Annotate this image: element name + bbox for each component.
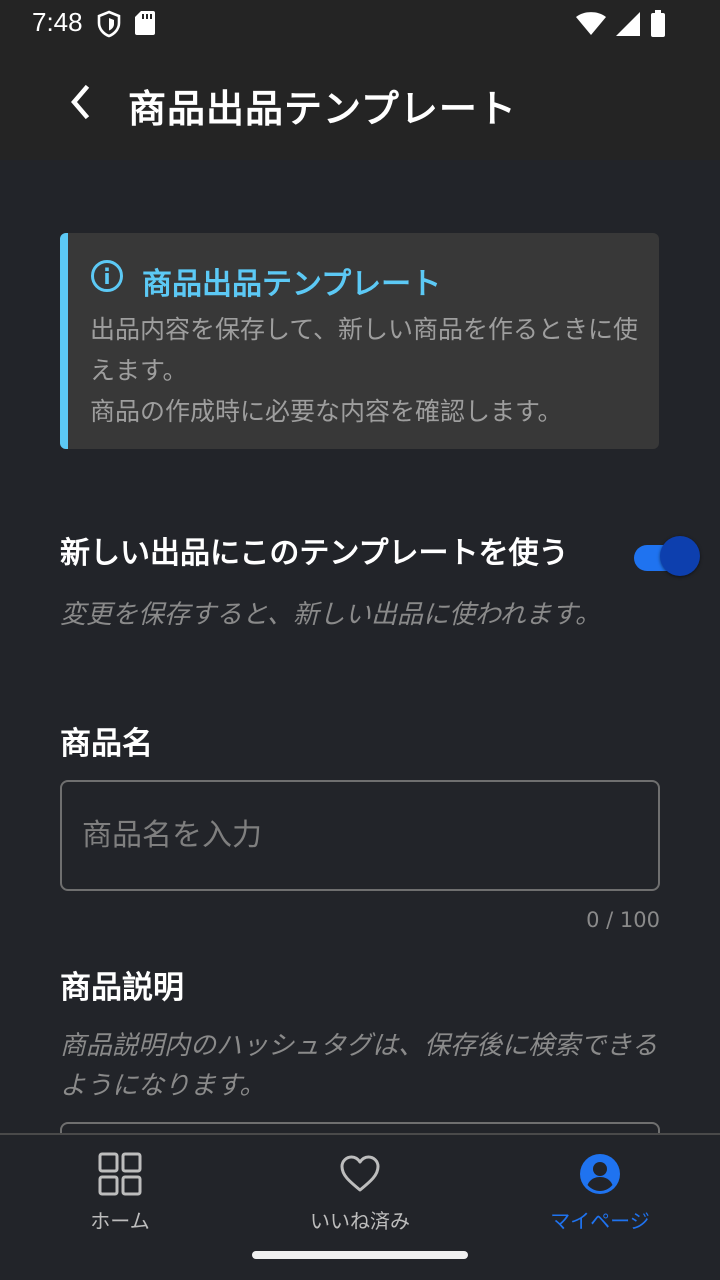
product-name-label: 商品名 <box>60 726 153 762</box>
template-toggle-switch[interactable] <box>634 536 700 576</box>
template-toggle-label: 新しい出品にこのテンプレートを使う <box>60 536 569 571</box>
grid-icon <box>97 1151 143 1197</box>
info-line-2: 商品の作成時に必要な内容を確認します。 <box>90 397 563 426</box>
nav-item-mypage[interactable]: マイページ <box>480 1135 720 1245</box>
account-icon <box>577 1151 623 1197</box>
product-description-label: 商品説明 <box>60 970 184 1006</box>
product-description-hint: 商品説明内のハッシュタグは、保存後に検索できるようになります。 <box>60 1031 658 1101</box>
nav-label-home: ホーム <box>90 1209 150 1233</box>
toggle-thumb <box>660 536 700 576</box>
signal-icon <box>616 12 640 40</box>
content-area[interactable]: 商品出品テンプレート 出品内容を保存して、新しい商品を作るときに使えます。 商品… <box>0 160 720 1134</box>
status-bar: 7:48 <box>0 0 720 48</box>
back-button[interactable] <box>56 80 104 128</box>
nav-label-liked: いいね済み <box>310 1209 410 1233</box>
info-line-1: 出品内容を保存して、新しい商品を作るときに使えます。 <box>90 315 639 385</box>
shield-icon <box>96 10 122 42</box>
nav-item-liked[interactable]: いいね済み <box>240 1135 480 1245</box>
chevron-left-icon <box>66 84 94 124</box>
sd-card-icon <box>134 10 156 42</box>
home-indicator[interactable] <box>252 1251 468 1259</box>
info-accent-bar <box>60 233 68 449</box>
wifi-icon <box>576 12 606 40</box>
battery-icon <box>650 10 666 42</box>
template-toggle-hint: 変更を保存すると、新しい出品に使われます。 <box>60 600 602 630</box>
page-title: 商品出品テンプレート <box>128 87 517 131</box>
status-time: 7:48 <box>32 7 83 37</box>
heart-icon <box>337 1151 383 1197</box>
nav-label-mypage: マイページ <box>550 1209 650 1233</box>
app-bar: 商品出品テンプレート <box>0 48 720 160</box>
info-title: 商品出品テンプレート <box>142 267 442 302</box>
nav-item-home[interactable]: ホーム <box>0 1135 240 1245</box>
info-text: 出品内容を保存して、新しい商品を作るときに使えます。 商品の作成時に必要な内容を… <box>90 309 640 432</box>
product-name-field[interactable] <box>60 780 660 891</box>
info-callout: 商品出品テンプレート 出品内容を保存して、新しい商品を作るときに使えます。 商品… <box>60 233 659 449</box>
info-icon <box>90 259 124 293</box>
product-name-input[interactable] <box>82 782 642 889</box>
product-name-counter: 0 / 100 <box>586 908 660 932</box>
